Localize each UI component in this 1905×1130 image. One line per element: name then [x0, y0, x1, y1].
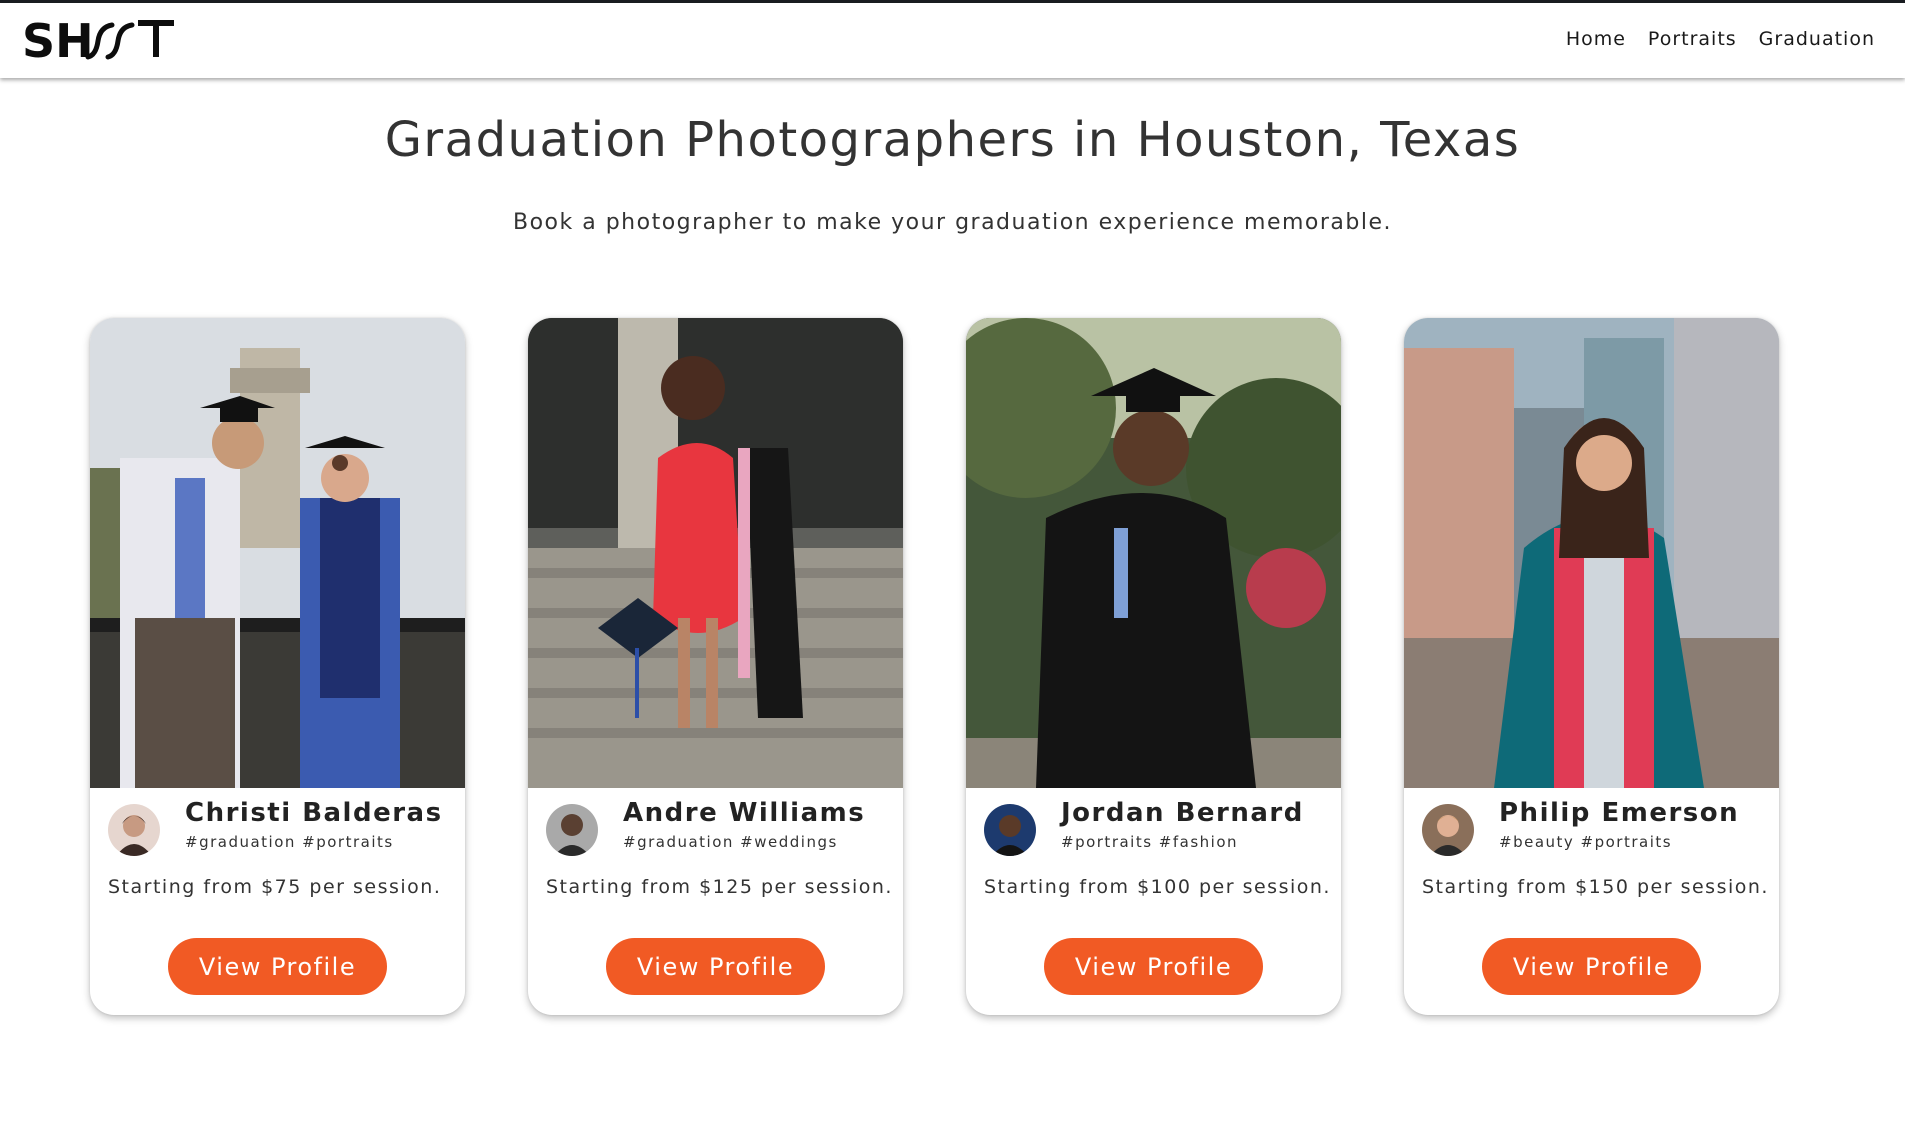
photographer-card: Jordan Bernard #portraits #fashion Start…: [966, 318, 1341, 1015]
photographer-avatar[interactable]: [108, 804, 160, 856]
svg-text:SH: SH: [22, 15, 94, 65]
photographer-avatar[interactable]: [546, 804, 598, 856]
photographer-cover-photo[interactable]: [966, 318, 1341, 788]
photographer-tags: #graduation #portraits: [185, 833, 394, 851]
photographer-info: Andre Williams #graduation #weddings Sta…: [528, 788, 903, 1015]
photographer-price: Starting from $150 per session.: [1422, 876, 1769, 898]
photographer-tags: #beauty #portraits: [1499, 833, 1673, 851]
site-header: SH Home Portraits Graduation: [0, 3, 1905, 78]
photographer-info: Philip Emerson #beauty #portraits Starti…: [1404, 788, 1779, 1015]
view-profile-button[interactable]: View Profile: [1482, 938, 1701, 995]
photographer-card: Christi Balderas #graduation #portraits …: [90, 318, 465, 1015]
photographer-cover-photo[interactable]: [90, 318, 465, 788]
photographer-card: Philip Emerson #beauty #portraits Starti…: [1404, 318, 1779, 1015]
page-subtitle: Book a photographer to make your graduat…: [512, 210, 1392, 235]
nav-graduation[interactable]: Graduation: [1759, 28, 1875, 50]
photographer-name: Christi Balderas: [185, 798, 443, 828]
view-profile-button[interactable]: View Profile: [1044, 938, 1263, 995]
photographer-cover-photo[interactable]: [528, 318, 903, 788]
photographer-price: Starting from $125 per session.: [546, 876, 893, 898]
photographer-price: Starting from $75 per session.: [108, 876, 442, 898]
shoot-logo[interactable]: SH: [22, 15, 182, 65]
photographer-price: Starting from $100 per session.: [984, 876, 1331, 898]
photographer-card: Andre Williams #graduation #weddings Sta…: [528, 318, 903, 1015]
photographer-name: Jordan Bernard: [1061, 798, 1304, 828]
view-profile-button[interactable]: View Profile: [168, 938, 387, 995]
nav-home[interactable]: Home: [1566, 28, 1626, 50]
photographer-tags: #portraits #fashion: [1061, 833, 1239, 851]
view-profile-button[interactable]: View Profile: [606, 938, 825, 995]
photographer-cards: Christi Balderas #graduation #portraits …: [90, 318, 1779, 1015]
photographer-info: Christi Balderas #graduation #portraits …: [90, 788, 465, 1015]
photographer-avatar[interactable]: [1422, 804, 1474, 856]
photographer-cover-photo[interactable]: [1404, 318, 1779, 788]
page-title: Graduation Photographers in Houston, Tex…: [384, 112, 1521, 168]
photographer-tags: #graduation #weddings: [623, 833, 838, 851]
logo-mark: SH: [22, 15, 174, 65]
photographer-name: Andre Williams: [623, 798, 866, 828]
photographer-avatar[interactable]: [984, 804, 1036, 856]
nav-portraits[interactable]: Portraits: [1648, 28, 1737, 50]
photographer-info: Jordan Bernard #portraits #fashion Start…: [966, 788, 1341, 1015]
main-nav: Home Portraits Graduation: [1566, 28, 1875, 50]
photographer-name: Philip Emerson: [1499, 798, 1740, 828]
